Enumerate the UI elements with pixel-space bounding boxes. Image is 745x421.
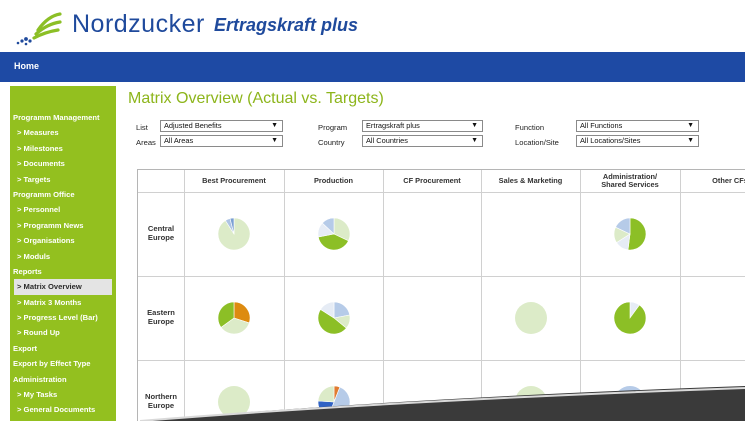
sidebar-section-reports[interactable]: Reports [10, 264, 116, 279]
column-header: CF Procurement [403, 175, 461, 185]
column-header: Best Procurement [202, 175, 266, 185]
sidebar-item-moduls[interactable]: > Moduls [10, 249, 116, 264]
column-header: Sales & Marketing [498, 175, 563, 185]
column-header: Other CFs [712, 175, 745, 185]
pie-slice [514, 302, 547, 334]
sidebar-item-documents[interactable]: > Documents [10, 156, 116, 171]
list-label: List [136, 123, 148, 132]
progress-pie-chart[interactable] [613, 301, 647, 340]
row-label: Central Europe [147, 224, 175, 242]
nav-home-link[interactable]: Home [14, 61, 39, 71]
chevron-down-icon: ▼ [271, 137, 278, 144]
areas-label: Areas [136, 138, 156, 147]
grid-line [138, 276, 745, 277]
sidebar-item-matrix-3-months[interactable]: > Matrix 3 Months [10, 295, 116, 310]
sidebar-item-measures[interactable]: > Measures [10, 125, 116, 140]
country-select[interactable]: All Countries ▼ [362, 135, 483, 147]
progress-pie-chart[interactable] [317, 301, 351, 340]
grid-line [138, 192, 745, 193]
sidebar-item-organisations[interactable]: > Organisations [10, 233, 116, 248]
areas-select[interactable]: All Areas ▼ [160, 135, 283, 147]
grid-line [138, 360, 745, 361]
function-select-value: All Functions [580, 121, 623, 130]
sidebar-item-milestones[interactable]: > Milestones [10, 141, 116, 156]
pie-slice [627, 217, 647, 251]
sidebar-section-programm-office[interactable]: Programm Office [10, 187, 116, 202]
decorative-swoosh [0, 386, 745, 421]
header: Nordzucker Ertragskraft plus [0, 0, 745, 52]
progress-pie-chart[interactable] [514, 301, 548, 340]
sidebar-item-matrix-overview[interactable]: > Matrix Overview [14, 279, 112, 295]
sidebar-section-programm-management[interactable]: Programm Management [10, 110, 116, 125]
column-header: Production [313, 175, 353, 185]
top-navbar: Home [0, 52, 745, 82]
column-header: Administration/ Shared Services [601, 171, 659, 189]
program-label: Program [318, 123, 348, 132]
brand-subtitle: Ertragskraft plus [214, 15, 359, 35]
program-select-value: Ertragskraft plus [366, 121, 420, 130]
progress-pie-chart[interactable] [317, 217, 351, 256]
function-label: Function [515, 123, 545, 132]
nordzucker-logo-icon [16, 12, 62, 46]
chevron-down-icon: ▼ [687, 122, 694, 129]
location-label: Location/Site [515, 138, 559, 147]
country-select-value: All Countries [366, 136, 408, 145]
chevron-down-icon: ▼ [271, 122, 278, 129]
location-select-value: All Locations/Sites [580, 136, 641, 145]
list-select[interactable]: Adjusted Benefits ▼ [160, 120, 283, 132]
chevron-down-icon: ▼ [471, 137, 478, 144]
chevron-down-icon: ▼ [687, 137, 694, 144]
progress-pie-chart[interactable] [613, 217, 647, 256]
sidebar-item-programm-news[interactable]: > Programm News [10, 218, 116, 233]
sidebar-section-export[interactable]: Export [10, 341, 116, 356]
progress-pie-chart[interactable] [217, 301, 251, 340]
function-select[interactable]: All Functions ▼ [576, 120, 699, 132]
sidebar-item-targets[interactable]: > Targets [10, 172, 116, 187]
list-select-value: Adjusted Benefits [164, 121, 222, 130]
sidebar-item-personnel[interactable]: > Personnel [10, 202, 116, 217]
chevron-down-icon: ▼ [471, 122, 478, 129]
program-select[interactable]: Ertragskraft plus ▼ [362, 120, 483, 132]
location-select[interactable]: All Locations/Sites ▼ [576, 135, 699, 147]
country-label: Country [318, 138, 345, 147]
pie-slice [613, 301, 647, 335]
sidebar: Programm Management > Measures > Milestone… [10, 86, 116, 421]
page-title: Matrix Overview (Actual vs. Targets) [128, 90, 384, 107]
areas-select-value: All Areas [164, 136, 194, 145]
sidebar-section-export-by-effect-type[interactable]: Export by Effect Type [10, 356, 116, 371]
row-label: Eastern Europe [147, 308, 175, 326]
sidebar-item-progress-level-bar[interactable]: > Progress Level (Bar) [10, 310, 116, 325]
sidebar-item-round-up[interactable]: > Round Up [10, 325, 116, 340]
progress-pie-chart[interactable] [217, 217, 251, 256]
brand-name: Nordzucker [72, 10, 205, 38]
